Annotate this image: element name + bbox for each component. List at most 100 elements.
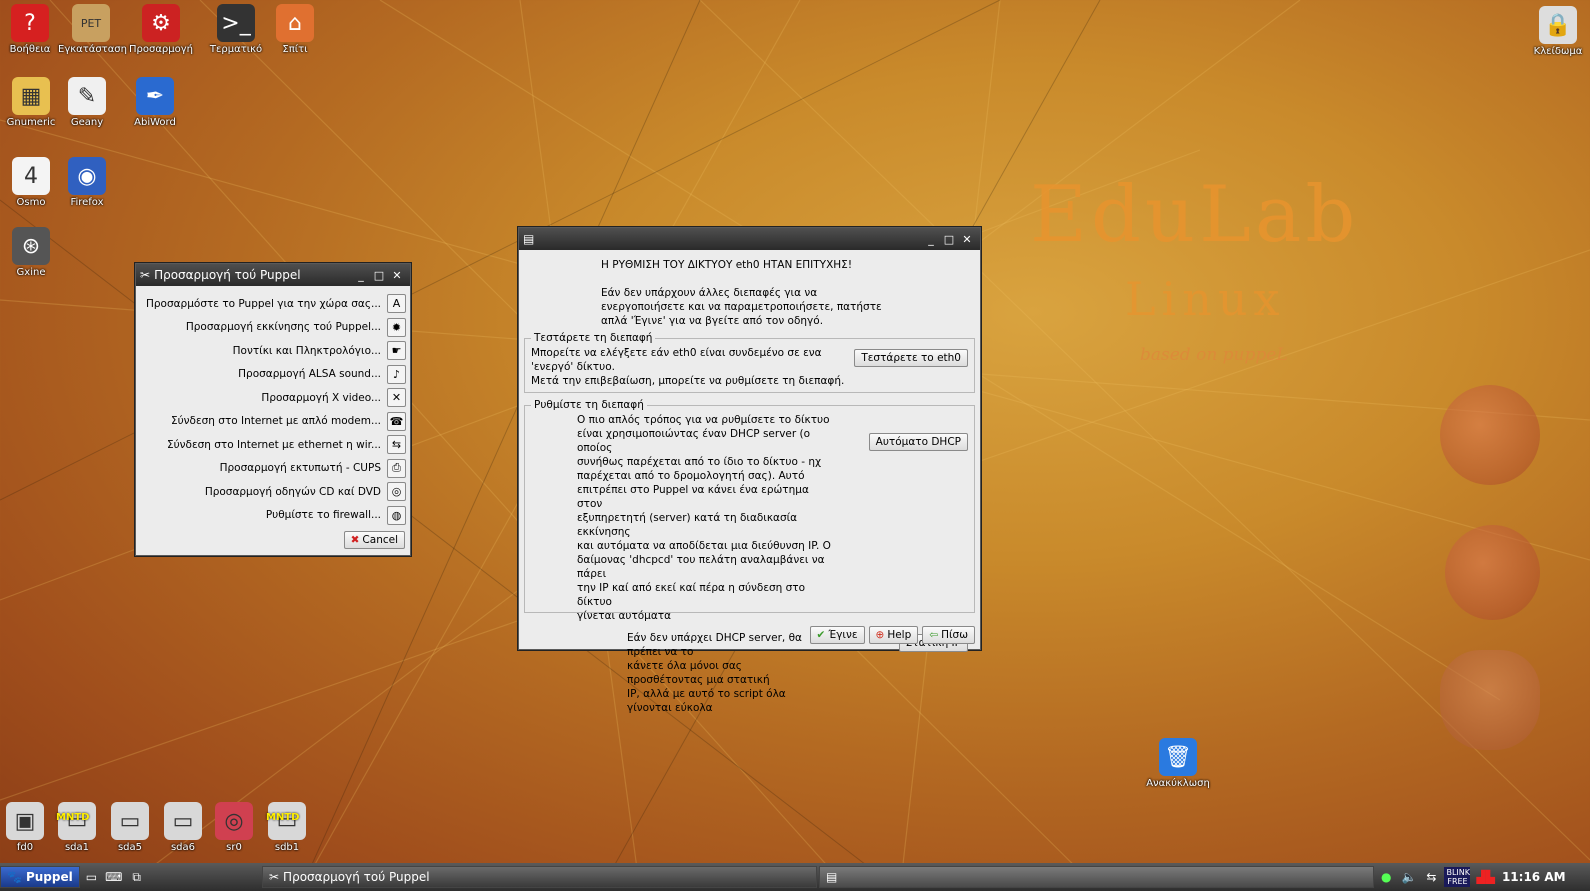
mounted-badge: MNTD xyxy=(56,812,90,823)
show-desktop-icon[interactable]: ⧉ xyxy=(132,870,141,885)
setup-icon: ✂ xyxy=(268,870,280,884)
desktop-icon-label: Gxine xyxy=(16,267,46,278)
dhcp-line: και αυτόματα να αποδίδεται μια διεύθυνση… xyxy=(577,540,831,552)
puppel-window-titlebar[interactable]: ✂ Προσαρμογή τού Puppel _ □ ✕ xyxy=(136,264,410,286)
test-line: Μπορείτε να ελέγξετε εάν eth0 είναι συνδ… xyxy=(531,347,822,359)
lock-icon: 🔒 xyxy=(1539,6,1577,44)
wordprocessor-icon: ✒ xyxy=(136,77,174,115)
media-player-icon: ⊛ xyxy=(12,227,50,265)
mouse-icon[interactable]: ☛ xyxy=(387,341,406,361)
firewall-icon[interactable]: ◍ xyxy=(387,505,406,525)
setup-menu-item[interactable]: Προσαρμογή εκκίνησης τού Puppel... ✹ xyxy=(136,316,410,340)
cdrom-icon: ◎ xyxy=(215,802,253,840)
taskbar: 🐾 Puppel ▭ ⌨ ⧉ ✂ Προσαρμογή τού Puppel ▤… xyxy=(0,863,1590,891)
home-icon: ⌂ xyxy=(276,4,314,42)
done-button[interactable]: ✔ Έγινε xyxy=(809,626,865,644)
dhcp-line: εξυπηρετητή (server) κατά τη διαδικασία … xyxy=(577,512,798,538)
task-puppel-setup[interactable]: ✂ Προσαρμογή τού Puppel xyxy=(261,866,817,888)
minimize-icon[interactable]: _ xyxy=(352,269,370,282)
back-button[interactable]: ⇦ Πίσω xyxy=(922,626,975,644)
setup-menu-label: Προσαρμογή ALSA sound... xyxy=(238,368,381,381)
desktop-icon-media-player[interactable]: ⊛ Gxine xyxy=(0,227,64,278)
setup-menu-label: Σύνδεση στο Internet με ethernet η wir..… xyxy=(166,438,381,451)
terminal-quicklaunch-icon[interactable]: ▭ xyxy=(86,870,97,884)
clock[interactable]: 11:16 AM xyxy=(1502,870,1566,884)
setup-menu-item[interactable]: Προσαρμογή εκτυπωτή - CUPS ⎙ xyxy=(136,457,410,481)
drive-label: sr0 xyxy=(226,842,242,853)
desktop-icon-browser[interactable]: ◉ Firefox xyxy=(54,157,120,208)
blink-badge[interactable]: BLINK FREE xyxy=(1444,867,1471,887)
setup-menu-item[interactable]: Σύνδεση στο Internet με απλό modem... ☎ xyxy=(136,410,410,434)
browser-icon: ◉ xyxy=(68,157,106,195)
desktop-icon-editor[interactable]: ✎ Geany xyxy=(54,77,120,128)
trash-icon: 🗑 xyxy=(1159,738,1197,776)
cpu-graph-icon: ▟▙ xyxy=(1476,870,1495,884)
desktop-icon-setup[interactable]: ⚙ Προσαρμογή xyxy=(128,4,194,55)
close-icon[interactable]: ✕ xyxy=(958,233,976,246)
window-menu-icon[interactable]: ▤ xyxy=(523,232,534,246)
setup-menu-item[interactable]: Ποντίκι και Πληκτρολόγιο... ☛ xyxy=(136,339,410,363)
task-network-wizard[interactable]: ▤ xyxy=(818,866,1374,888)
setup-menu-item[interactable]: Προσαρμόστε το Puppel για την χώρα σας..… xyxy=(136,292,410,316)
setup-menu-item[interactable]: Προσαρμογή οδηγών CD καί DVD ◎ xyxy=(136,480,410,504)
minimize-icon[interactable]: _ xyxy=(922,233,940,246)
wallpaper-brand-title: EduLab xyxy=(1030,170,1360,260)
close-icon[interactable]: ✕ xyxy=(388,269,406,282)
keyboard-layout-icon[interactable]: A xyxy=(387,294,406,314)
dhcp-line: Ο πιο απλός τρόπος για να ρυθμίσετε το δ… xyxy=(577,414,830,426)
terminal-icon: >_ xyxy=(217,4,255,42)
puppel-window-title: Προσαρμογή τού Puppel xyxy=(154,268,301,282)
auto-dhcp-button[interactable]: Αυτόματο DHCP xyxy=(868,433,968,451)
desktop-icon-home[interactable]: ⌂ Σπίτι xyxy=(262,4,328,55)
sound-icon[interactable]: ♪ xyxy=(387,364,406,384)
keyboard-quicklaunch-icon[interactable]: ⌨ xyxy=(105,870,122,884)
disc-icon[interactable]: ◎ xyxy=(387,482,406,502)
setup-menu-item[interactable]: Ρυθμίστε το firewall... ◍ xyxy=(136,504,410,528)
network-status-icon[interactable]: ● xyxy=(1381,870,1391,884)
wallpaper-brand-subtitle: Linux xyxy=(1125,272,1286,326)
setup-menu-label: Προσαρμογή X video... xyxy=(261,391,381,404)
desktop-icon-label: Geany xyxy=(70,117,104,128)
desktop-icon-trash[interactable]: 🗑 Ανακύκλωση xyxy=(1145,738,1211,789)
success-heading: Η ΡΥΘΜΙΣΗ ΤΟΥ ΔΙΚΤΥΟΥ eth0 ΗΤΑΝ ΕΠΙΤΥΧΗΣ… xyxy=(601,259,853,271)
desktop-icon-label: Gnumeric xyxy=(6,117,56,128)
desktop-icon-wordprocessor[interactable]: ✒ AbiWord xyxy=(122,77,188,128)
dhcp-line: συνήθως παρέχεται από το ίδιο το δίκτυο … xyxy=(577,456,822,468)
network-icon[interactable]: ⇆ xyxy=(387,435,406,455)
puppel-setup-window: ✂ Προσαρμογή τού Puppel _ □ ✕ Προσαρμόστ… xyxy=(135,263,411,556)
help-button[interactable]: ⊕ Help xyxy=(868,626,919,644)
desktop-icon-label: Τερματικό xyxy=(209,44,263,55)
network-tray-icon[interactable]: ⇆ xyxy=(1426,870,1436,884)
video-icon[interactable]: ✕ xyxy=(387,388,406,408)
drive-label: sda5 xyxy=(117,842,143,853)
wallpaper-brand-tagline: based on puppeL xyxy=(1140,345,1288,365)
setup-menu-label: Προσαρμόστε το Puppel για την χώρα σας..… xyxy=(146,297,381,310)
setup-menu-label: Σύνδεση στο Internet με απλό modem... xyxy=(170,415,381,428)
setup-menu-label: Προσαρμογή οδηγών CD καί DVD xyxy=(204,485,381,498)
setup-menu-item[interactable]: Προσαρμογή ALSA sound... ♪ xyxy=(136,363,410,387)
printer-icon[interactable]: ⎙ xyxy=(387,458,406,478)
setup-menu-item[interactable]: Σύνδεση στο Internet με ethernet η wir..… xyxy=(136,433,410,457)
drive-label: sdb1 xyxy=(274,842,300,853)
volume-icon[interactable]: 🔈 xyxy=(1401,870,1416,884)
modem-icon[interactable]: ☎ xyxy=(387,411,406,431)
maximize-icon[interactable]: □ xyxy=(940,233,958,246)
dhcp-line: γίνεται αυτόματα xyxy=(577,610,672,622)
cancel-button[interactable]: ✖ Cancel xyxy=(343,531,405,549)
start-menu-button[interactable]: 🐾 Puppel xyxy=(0,866,80,888)
setup-menu-item[interactable]: Προσαρμογή X video... ✕ xyxy=(136,386,410,410)
drive-sdb1[interactable]: ▭ MNTD sdb1 xyxy=(254,802,320,853)
desktop-icon-help[interactable]: ? Βοήθεια xyxy=(0,4,63,55)
setup-menu-label: Προσαρμογή εκκίνησης τού Puppel... xyxy=(185,321,381,334)
test-eth0-button[interactable]: Τεστάρετε το eth0 xyxy=(854,349,968,367)
desktop-icon-install[interactable]: PET Εγκατάσταση xyxy=(58,4,127,55)
lock-screen-icon[interactable]: 🔒 Κλείδωμα xyxy=(1525,6,1590,57)
desktop-icon-terminal[interactable]: >_ Τερματικό xyxy=(203,4,269,55)
static-line: IP, αλλά με αυτό το script όλα γίνονται … xyxy=(627,688,786,714)
maximize-icon[interactable]: □ xyxy=(370,269,388,282)
static-line: κάνετε όλα μόνοι σας προσθέτοντας μια στ… xyxy=(627,660,770,686)
network-window-titlebar[interactable]: ▤ _ □ ✕ xyxy=(519,228,980,250)
setup-icon: ⚙ xyxy=(142,4,180,42)
boot-icon[interactable]: ✹ xyxy=(387,317,406,337)
wallpaper-mascot xyxy=(1440,650,1540,750)
